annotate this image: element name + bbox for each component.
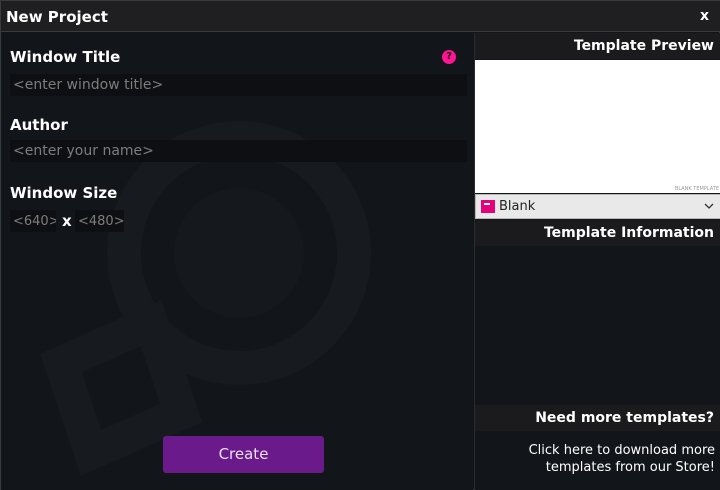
template-information-header: Template Information [475,220,720,246]
logo-watermark-icon [39,121,371,477]
window-title: New Project [6,8,108,26]
window-height-input[interactable] [75,210,124,232]
chevron-down-icon [704,203,714,209]
template-panel: Template Preview BLANK TEMPLATE Blank Te… [474,33,720,490]
template-information-area [475,246,720,405]
selected-template-name: Blank [499,199,536,214]
need-more-templates-header: Need more templates? [475,405,720,431]
template-icon [481,200,495,213]
project-form-panel: Window Title ? Author Window Size x Crea… [1,33,473,490]
window-size-label: Window Size [10,184,118,202]
size-separator: x [62,212,72,230]
author-input[interactable] [10,140,467,162]
template-preview-image: BLANK TEMPLATE [475,60,720,193]
new-project-window: New Project x Window Title ? Author Wind… [0,0,720,490]
window-title-input[interactable] [10,74,467,96]
store-download-link[interactable]: Click here to download more templates fr… [479,442,715,476]
template-dropdown[interactable]: Blank [475,194,720,219]
preview-caption: BLANK TEMPLATE [674,186,719,192]
close-button[interactable]: x [700,8,709,24]
window-title-label: Window Title [10,48,121,66]
author-label: Author [10,116,68,134]
window-width-input[interactable] [10,210,56,232]
template-preview-header: Template Preview [475,33,720,59]
question-circle-icon[interactable]: ? [442,50,456,64]
create-button[interactable]: Create [163,436,324,473]
title-bar[interactable]: New Project x [1,1,720,32]
